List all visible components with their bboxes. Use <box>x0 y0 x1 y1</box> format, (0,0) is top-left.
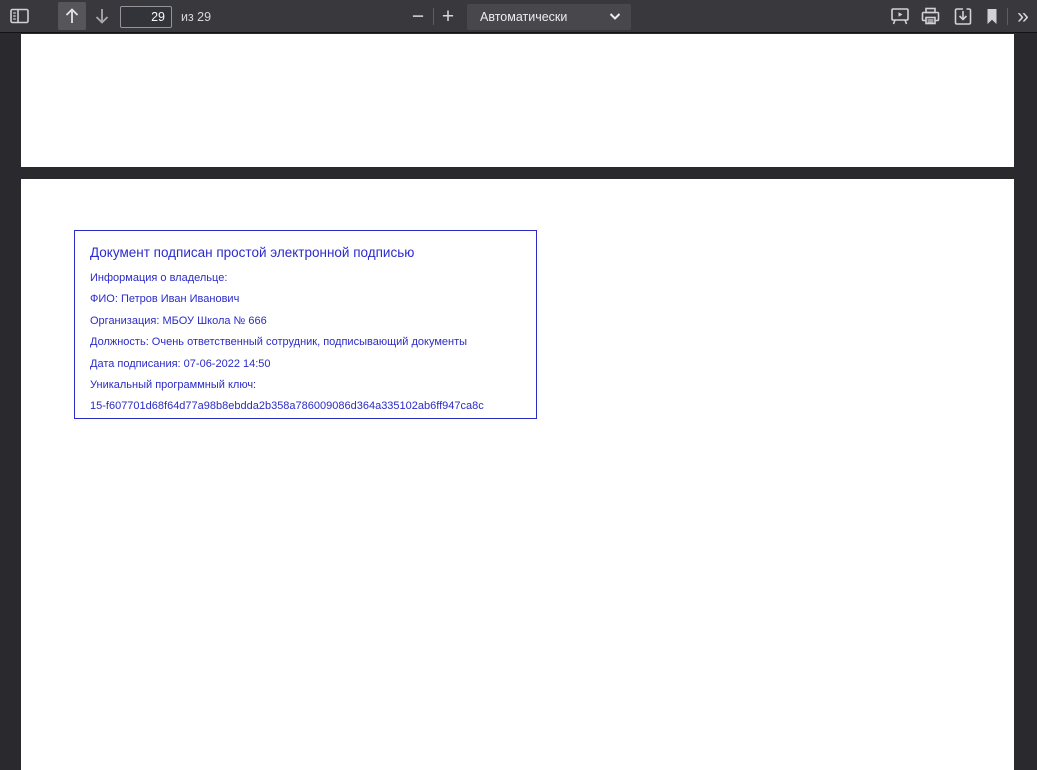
page-count-label: из 29 <box>181 0 211 33</box>
presentation-mode-button[interactable] <box>886 2 914 30</box>
signature-stamp-box: Документ подписан простой электронной по… <box>74 230 537 419</box>
pdf-page-29: Документ подписан простой электронной по… <box>21 179 1014 770</box>
printer-icon <box>921 7 940 25</box>
signature-key-label: Уникальный программный ключ: <box>90 375 521 396</box>
next-page-button[interactable] <box>88 2 116 30</box>
minus-icon: − <box>412 6 424 27</box>
zoom-select[interactable]: Автоматически <box>467 4 631 30</box>
chevron-down-icon <box>609 12 621 21</box>
signature-title: Документ подписан простой электронной по… <box>90 245 521 260</box>
arrow-up-icon <box>64 7 80 25</box>
pdf-viewer-area[interactable]: Документ подписан простой электронной по… <box>0 34 1037 770</box>
pdf-page-28 <box>21 34 1014 167</box>
more-tools-button[interactable]: » <box>1011 2 1035 30</box>
pdf-toolbar: из 29 − + Автоматически <box>0 0 1037 33</box>
sidebar-toggle-button[interactable] <box>5 2 33 30</box>
signature-date: Дата подписания: 07-06-2022 14:50 <box>90 354 521 375</box>
zoom-select-value: Автоматически <box>480 10 567 24</box>
toolbar-separator <box>1007 8 1008 25</box>
plus-icon: + <box>442 6 454 27</box>
signature-organization: Организация: МБОУ Школа № 666 <box>90 311 521 332</box>
signature-position: Должность: Очень ответственный сотрудник… <box>90 332 521 353</box>
current-view-button[interactable] <box>978 2 1006 30</box>
page-number-input[interactable] <box>120 6 172 28</box>
download-button[interactable] <box>949 2 977 30</box>
zoom-in-button[interactable]: + <box>434 2 462 30</box>
signature-key-value: 15-f607701d68f64d77a98b8ebdda2b358a78600… <box>90 396 521 417</box>
print-button[interactable] <box>916 2 944 30</box>
bookmark-icon <box>985 8 999 25</box>
double-chevron-right-icon: » <box>1017 6 1029 27</box>
previous-page-button[interactable] <box>58 2 86 30</box>
presentation-icon <box>890 7 910 25</box>
signature-owner-info-label: Информация о владельце: <box>90 268 521 289</box>
arrow-down-icon <box>94 7 110 25</box>
zoom-out-button[interactable]: − <box>404 2 432 30</box>
download-icon <box>953 7 973 26</box>
signature-fio: ФИО: Петров Иван Иванович <box>90 289 521 310</box>
sidebar-toggle-icon <box>10 8 29 24</box>
